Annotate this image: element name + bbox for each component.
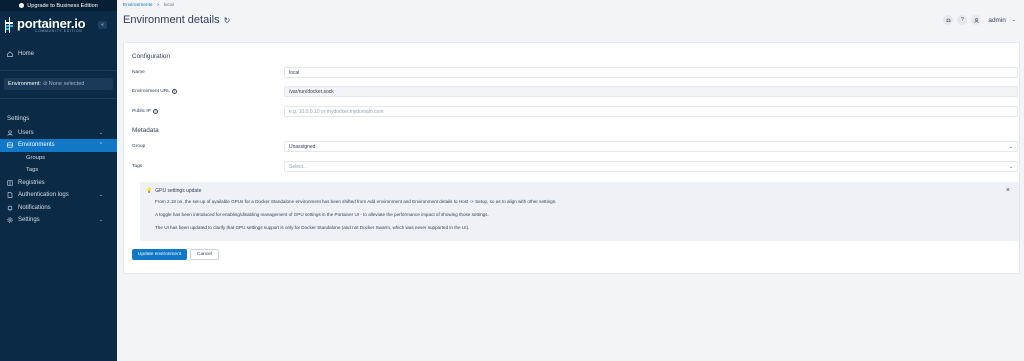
bell-icon [946,18,951,22]
help-button[interactable]: ? [957,15,968,25]
file-text-icon [7,192,13,198]
page-title: Environment details [123,14,220,26]
environment-selector[interactable]: Environment: ⊘ None selected [4,77,113,90]
bell-icon [7,205,13,211]
update-environment-button[interactable]: Update environment [132,249,187,260]
group-label-text: Group [132,144,146,149]
environment-value-icon: ⊘ [42,80,48,87]
chevron-down-icon: ⌄ [1008,163,1013,170]
sidebar-item-environments[interactable]: Environments ⌃ [0,139,117,152]
chevron-down-icon: ⌄ [98,129,103,136]
chevron-down-icon: ⌄ [1008,143,1013,150]
gear-icon [7,217,13,224]
sidebar-item-notifications[interactable]: Notifications [0,202,117,215]
sidebar-item-label: Notifications [18,204,51,211]
notifications-button[interactable] [943,15,954,25]
environment-url-field[interactable]: /var/run/docker.sock [284,86,1018,97]
notice-title-wrap: 💡 GPU settings update [146,188,201,194]
upgrade-label: Upgrade to Business Edition [27,2,98,9]
brand-logo[interactable]: portainer.io COMMUNITY EDITION « [0,11,117,39]
sidebar-item-registries[interactable]: Registries [0,177,117,190]
sidebar-item-label: Registries [18,179,45,186]
tags-select[interactable]: Select... ⌄ [284,161,1018,172]
sidebar-item-tags[interactable]: Tags [0,164,117,177]
users-icon [7,130,13,136]
group-label: Group [132,144,145,149]
notice-title: GPU settings update [155,188,202,194]
sidebar-item-groups[interactable]: Groups [0,152,117,165]
sidebar-item-label: Environments [18,142,55,149]
public-ip-label-text: Public IP [132,109,151,114]
sidebar-item-label: Home [18,51,35,58]
sidebar-item-users[interactable]: Users ⌄ [0,127,117,140]
portainer-logo-icon [5,17,13,33]
sidebar-item-label: Authentication logs [18,192,69,199]
notice-text-3: The UI has been updated to clarify that … [155,225,470,230]
breadcrumb: Environments > local [123,3,174,8]
sidebar-item-label: Users [18,129,34,136]
breadcrumb-current: local [163,3,174,8]
lightbulb-icon: 💡 [146,188,153,194]
metadata-heading: Metadata [132,127,159,134]
gpu-settings-notice: 💡 GPU settings update × From 2.18 on, th… [140,182,1019,241]
collapse-sidebar-button[interactable]: « [98,21,107,29]
tags-label: Tags [132,164,142,169]
user-avatar[interactable] [971,15,982,25]
upgrade-icon [19,3,25,8]
notice-text-2: A toggle has been introduced for enablin… [155,212,489,217]
sidebar-item-home[interactable]: Home [0,48,117,61]
user-menu[interactable]: admin [988,17,1005,24]
breadcrumb-environments-link[interactable]: Environments [123,3,152,8]
name-label: Name [132,70,145,75]
help-circle-icon[interactable]: ? [171,89,177,94]
name-label-text: Name [132,70,145,75]
user-icon [974,17,979,23]
environment-label: Environment: [8,80,41,87]
cancel-button[interactable]: Cancel [190,249,219,260]
sidebar-item-authentication-logs[interactable]: Authentication logs ⌄ [0,189,117,202]
breadcrumb-separator: > [156,3,160,8]
chevron-down-icon: ⌄ [98,192,103,199]
help-icon: ? [960,17,964,23]
group-select[interactable]: Unassigned ⌄ [284,141,1018,152]
environment-url-label: Environment URL ? [132,89,177,94]
page-title-wrap: Environment details ↻ [123,14,230,26]
sidebar-divider [0,69,117,71]
registries-icon [7,180,13,186]
help-circle-icon[interactable]: ? [152,109,158,114]
name-field[interactable]: local [284,67,1018,78]
group-select-value: Unassigned [289,143,316,150]
double-chevron-left-icon: « [101,22,104,28]
topbar-actions: ? admin ⌄ [943,15,1016,25]
chevron-down-icon: ⌄ [98,217,103,224]
refresh-icon[interactable]: ↻ [224,16,231,25]
configuration-heading: Configuration [132,53,171,60]
brand-name: portainer.io [17,15,86,31]
home-icon [7,51,13,58]
environment-url-label-text: Environment URL [132,89,170,94]
tags-label-text: Tags [132,164,143,169]
public-ip-input[interactable]: e.g. 10.0.0.10 or mydocker.mydomain.com [284,106,1018,117]
environment-details-card: Configuration Name local Environment URL… [123,42,1020,274]
notice-text-1: From 2.18 on, the set-up of available GP… [155,199,557,204]
sidebar-divider [0,97,117,99]
environment-value: None selected [48,80,85,87]
chevron-down-icon[interactable]: ⌄ [1012,17,1016,23]
dismiss-notice-button[interactable]: × [1006,187,1010,194]
sidebar-item-label: Settings [18,217,40,224]
brand-edition: COMMUNITY EDITION [35,28,83,33]
chevron-up-icon: ⌃ [98,142,103,149]
sidebar: Upgrade to Business Edition portainer.io… [0,0,117,361]
environments-icon [7,142,13,148]
settings-section-title: Settings [7,114,30,122]
upgrade-banner[interactable]: Upgrade to Business Edition [0,0,117,11]
sidebar-item-settings[interactable]: Settings ⌄ [0,214,117,227]
public-ip-label: Public IP ? [132,109,158,114]
tags-select-placeholder: Select... [289,163,308,170]
main-content: Environments > local Environment details… [117,0,1024,361]
